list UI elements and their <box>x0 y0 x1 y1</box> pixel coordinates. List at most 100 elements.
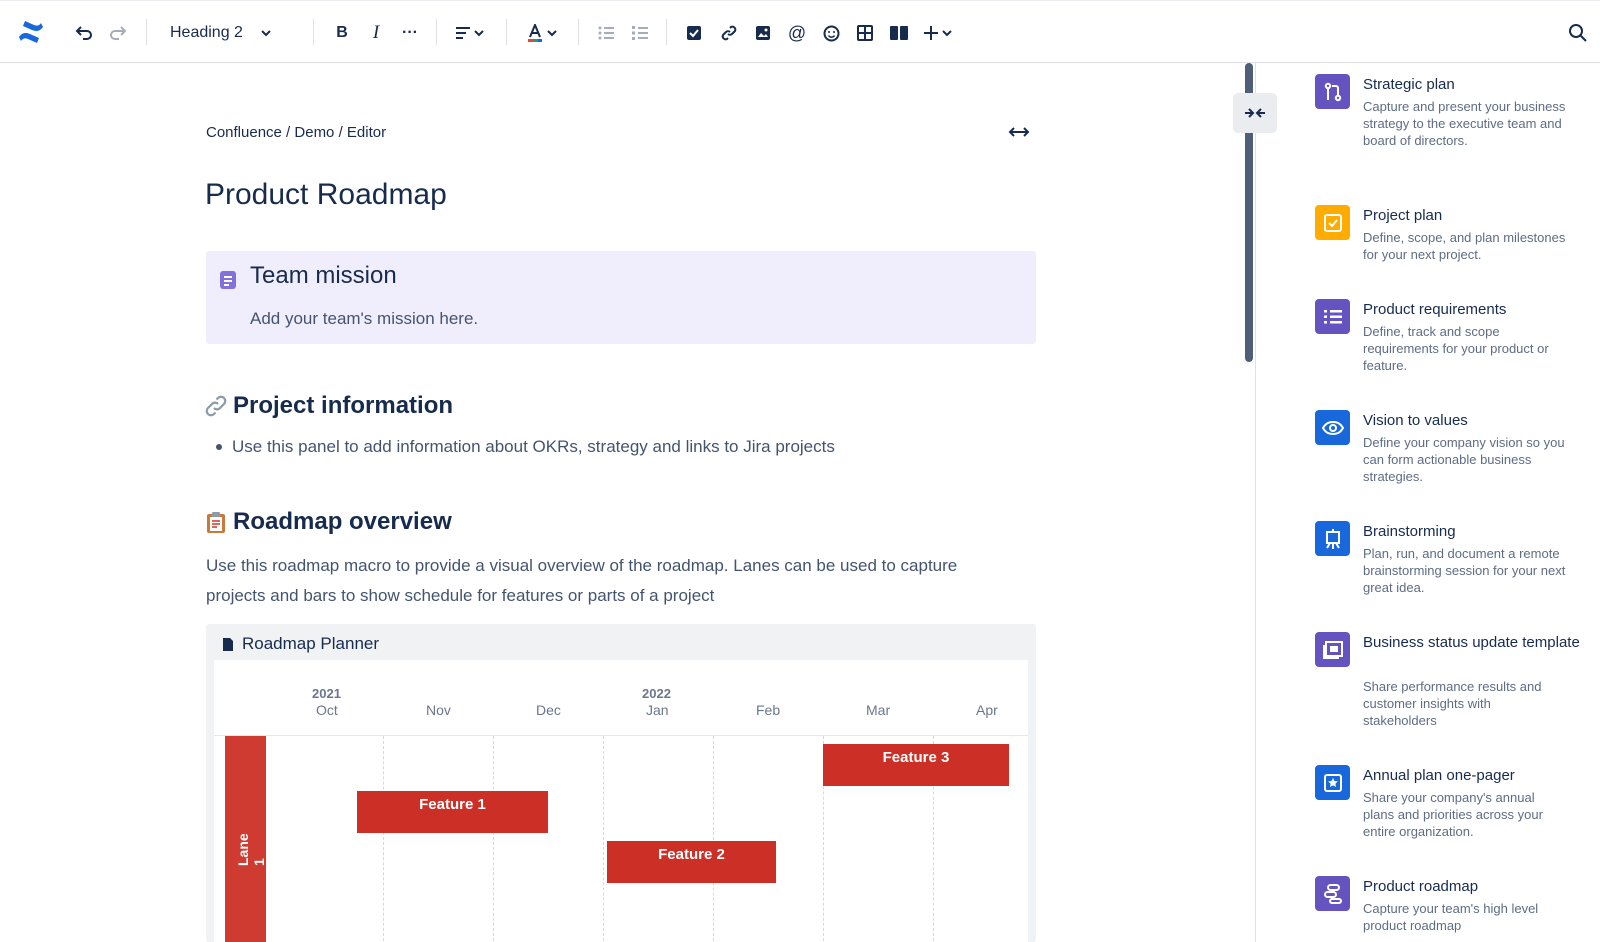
template-title: Product requirements <box>1363 301 1507 318</box>
team-mission-text: Add your team's mission here. <box>250 309 479 328</box>
action-item-button[interactable] <box>682 18 706 48</box>
toolbar-separator <box>666 19 667 45</box>
collapse-arrows-icon <box>1245 108 1265 118</box>
table-button[interactable] <box>853 18 877 48</box>
month-label: Oct <box>316 702 338 718</box>
list-icon <box>1315 299 1350 334</box>
insert-button[interactable] <box>920 18 956 48</box>
roadmap-overview-heading[interactable]: Roadmap overview <box>205 508 452 536</box>
image-button[interactable] <box>751 18 775 48</box>
redo-button[interactable] <box>106 18 130 48</box>
month-label: Dec <box>536 702 561 718</box>
roadmap-icon <box>1315 876 1350 911</box>
template-description: Capture your team's high level product r… <box>1363 901 1539 933</box>
toolbar-separator <box>506 19 507 45</box>
template-description: Share performance results and customer i… <box>1363 679 1542 728</box>
team-mission-title: Team mission <box>250 262 397 289</box>
lane-bar[interactable]: Lane 1 <box>225 736 267 942</box>
roadmap-planner-macro[interactable]: Roadmap Planner Lane 1 Oct Nov Dec Jan Feb Ma… <box>206 624 1036 942</box>
feature-bar[interactable]: Feature 2 <box>607 841 776 883</box>
month-label: Mar <box>866 702 891 718</box>
easel-icon <box>1315 521 1350 556</box>
month-gridline <box>383 736 384 942</box>
template-title: Project plan <box>1363 207 1443 224</box>
month-gridline <box>713 736 714 942</box>
text-style-dropdown[interactable]: Heading 2 <box>170 19 271 47</box>
confluence-logo[interactable] <box>17 18 45 46</box>
strategy-icon <box>1315 74 1350 109</box>
template-description: Define your company vision so you can fo… <box>1363 435 1565 484</box>
mention-button[interactable]: @ <box>785 18 809 48</box>
eye-icon <box>1315 410 1350 445</box>
roadmap-overview-label: Roadmap overview <box>233 508 452 535</box>
roadmap-chart: Lane 1 Oct Nov Dec Jan Feb Mar Apr 2021 2022 Feat… <box>214 660 1028 942</box>
checkbox-icon <box>1315 205 1350 240</box>
document-icon <box>223 637 233 651</box>
align-icon <box>456 27 470 39</box>
roadmap-paragraph[interactable]: Use this roadmap macro to provide a visu… <box>206 551 1016 611</box>
note-icon <box>220 271 236 289</box>
template-description: Define, scope, and plan milestones for y… <box>1363 230 1566 262</box>
template-title: Strategic plan <box>1363 76 1455 93</box>
feature-bar-label: Feature 1 <box>419 796 486 813</box>
status-icon <box>1315 632 1350 667</box>
link-icon <box>721 25 737 41</box>
template-title: Vision to values <box>1363 412 1468 429</box>
insert-icon <box>924 26 938 40</box>
emoji-icon <box>823 25 839 41</box>
template-title: Product roadmap <box>1363 878 1479 895</box>
bullet-list-button[interactable] <box>594 18 618 48</box>
link-button[interactable] <box>717 18 741 48</box>
breadcrumb[interactable]: Confluence / Demo / Editor <box>206 124 386 141</box>
template-title: Brainstorming <box>1363 523 1456 540</box>
full-width-toggle-icon[interactable] <box>1008 124 1030 140</box>
text-color-icon <box>528 24 542 42</box>
chevron-down-icon <box>942 30 952 37</box>
template-description: Share your company's annual plans and pr… <box>1363 790 1543 839</box>
layouts-button[interactable] <box>887 18 911 48</box>
undo-button[interactable] <box>72 18 96 48</box>
clipboard-emoji-icon <box>207 512 225 533</box>
feature-bar[interactable]: Feature 1 <box>357 791 548 833</box>
emoji-button[interactable] <box>819 18 843 48</box>
project-information-bullet: Use this panel to add information about … <box>232 437 835 456</box>
toolbar-separator <box>436 19 437 45</box>
sidebar-divider <box>1255 63 1256 942</box>
project-information-heading[interactable]: Project information <box>205 392 453 420</box>
chevron-down-icon <box>261 30 271 37</box>
search-icon[interactable] <box>1568 23 1588 43</box>
page-title[interactable]: Product Roadmap <box>205 178 447 212</box>
alignment-button[interactable] <box>452 18 488 48</box>
team-mission-panel[interactable]: Team mission Add your team's mission her… <box>206 251 1036 344</box>
year-label: 2021 <box>312 686 341 701</box>
roadmap-planner-header: Roadmap Planner <box>222 634 379 654</box>
template-description: Define, track and scope requirements for… <box>1363 324 1549 373</box>
month-label: Apr <box>976 702 998 718</box>
lane-label: Lane 1 <box>235 833 267 866</box>
chevron-down-icon <box>474 30 484 37</box>
template-description: Plan, run, and document a remote brainst… <box>1363 546 1566 595</box>
toolbar-separator <box>146 19 147 45</box>
bold-button[interactable]: B <box>330 18 354 48</box>
template-title: Business status update template <box>1363 634 1580 651</box>
template-title: Annual plan one-pager <box>1363 767 1515 784</box>
timeline-divider <box>214 735 1028 736</box>
bullet-list-icon <box>598 26 614 40</box>
toolbar-separator <box>578 19 579 45</box>
bullet-dot <box>216 444 222 450</box>
more-formatting-button[interactable]: ··· <box>398 18 422 48</box>
layouts-icon <box>890 26 908 40</box>
year-label: 2022 <box>642 686 671 701</box>
text-color-button[interactable] <box>524 18 560 48</box>
list-item[interactable]: Use this panel to add information about … <box>216 437 835 457</box>
italic-button[interactable]: I <box>364 18 388 48</box>
month-gridline <box>493 736 494 942</box>
collapse-sidebar-button[interactable] <box>1233 93 1277 133</box>
mention-icon: @ <box>787 22 807 43</box>
more-icon: ··· <box>402 24 418 41</box>
toolbar-separator <box>313 19 314 45</box>
numbered-list-button[interactable] <box>628 18 652 48</box>
month-label: Feb <box>756 702 781 718</box>
roadmap-planner-title: Roadmap Planner <box>242 634 380 653</box>
feature-bar[interactable]: Feature 3 <box>823 744 1009 786</box>
